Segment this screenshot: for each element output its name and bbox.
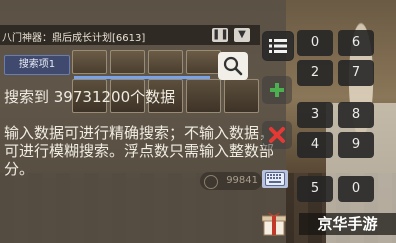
search-value-input[interactable]: 99841 (200, 172, 262, 190)
search-icon (223, 56, 243, 76)
inventory-slot (148, 50, 183, 74)
search-panel: 八门神器：鼎后成长计划[6613] ❚❚ ▼ 搜索项1 搜索到 39731200… (0, 0, 288, 243)
collapse-button[interactable]: ▼ (234, 28, 250, 42)
keypad-key[interactable]: 6 (338, 30, 374, 56)
coin-icon (204, 175, 218, 189)
delete-button[interactable] (262, 121, 292, 149)
list-button[interactable] (262, 31, 294, 61)
inventory-slot (72, 50, 107, 74)
keypad-key[interactable]: 3 (297, 102, 333, 128)
gift-box-icon[interactable] (261, 210, 287, 236)
watermark-logo: 京华手游 (299, 213, 396, 235)
search-value-placeholder: 99841 (226, 175, 258, 186)
inventory-slot (224, 79, 259, 113)
keypad-key[interactable]: 2 (297, 60, 333, 86)
delete-x-icon (269, 127, 285, 143)
keypad-key[interactable]: 7 (338, 60, 374, 86)
keypad-key[interactable]: 0 (297, 30, 333, 56)
keypad-key[interactable]: 5 (297, 176, 333, 202)
panel-title: 八门神器：鼎后成长计划[6613] (2, 33, 146, 44)
inventory-slot (110, 50, 145, 74)
inventory-strip-top (72, 50, 221, 74)
inventory-slot (186, 79, 221, 113)
keypad-key[interactable]: 9 (338, 132, 374, 158)
collapse-down-icon: ▼ (238, 29, 246, 40)
search-help-text: 输入数据可进行精确搜索；不输入数据，可进行模糊搜索。浮点数只需输入整数部分。 (4, 124, 275, 178)
add-button[interactable] (262, 76, 292, 104)
inventory-slot (186, 50, 221, 74)
keypad-key[interactable]: 4 (297, 132, 333, 158)
search-result-count: 搜索到 39731200个数据 (4, 88, 176, 106)
pause-button[interactable]: ❚❚ (212, 28, 229, 42)
pause-icon: ❚❚ (212, 29, 229, 40)
plus-icon (270, 83, 284, 97)
list-icon (269, 39, 287, 53)
keypad-key[interactable]: 0 (338, 176, 374, 202)
keypad-key[interactable]: 8 (338, 102, 374, 128)
keyboard-icon (265, 172, 285, 186)
tab-search-item-1[interactable]: 搜索项1 (4, 55, 70, 75)
keyboard-toggle-button[interactable] (262, 170, 288, 188)
search-button[interactable] (218, 52, 248, 80)
